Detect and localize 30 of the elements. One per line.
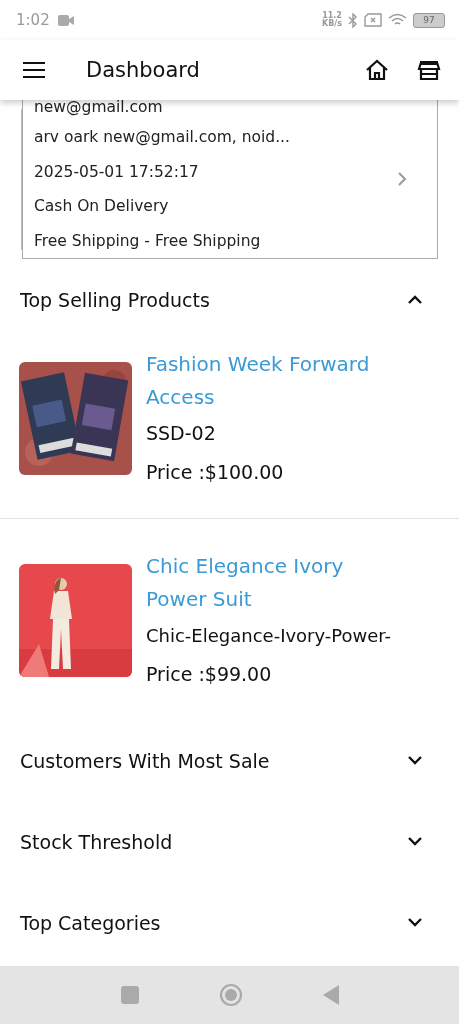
network-speed: 11.2 KB/s [322,12,342,28]
section-header[interactable]: Top Categories [0,882,459,963]
status-time: 1:02 [16,11,50,29]
app-title: Dashboard [86,58,200,82]
battery-indicator: 97 [413,12,445,28]
product-price: Price :$99.00 [146,662,273,687]
product-price: Price :$100.00 [146,460,285,485]
section-header[interactable]: Top Selling Products [0,259,459,340]
camera-icon [57,14,74,26]
order-detail: arv oark new@gmail.com, noid... [34,127,291,148]
order-detail: new@gmail.com [34,100,164,118]
chevron-icon [408,837,422,846]
chevron-icon [408,756,422,765]
section-header[interactable]: Customers With Most Sale [0,720,459,801]
order-detail: Free Shipping - Free Shipping [34,230,262,252]
chevron-right-icon [398,172,407,186]
order-detail: Cash On Delivery [34,196,170,217]
sim-icon [364,13,382,27]
home-icon[interactable] [365,58,389,82]
wifi-icon [388,13,407,27]
chevron-icon [408,918,422,927]
product-sku: Chic-Elegance-Ivory-Power- [146,624,393,648]
order-card[interactable]: new@gmail.com arv oark new@gmail.com, noid... 2025-05-01 17:52:17 Cash On Delivery Free Shipping - Free Shipping [22,100,438,259]
section-header[interactable]: Stock Threshold [0,801,459,882]
chevron-icon [408,295,422,304]
product-sku: SSD-02 [146,421,217,446]
store-icon[interactable] [417,58,441,82]
bluetooth-icon [348,12,358,28]
menu-icon[interactable] [22,61,46,79]
order-detail: 2025-05-01 17:52:17 [34,161,200,183]
